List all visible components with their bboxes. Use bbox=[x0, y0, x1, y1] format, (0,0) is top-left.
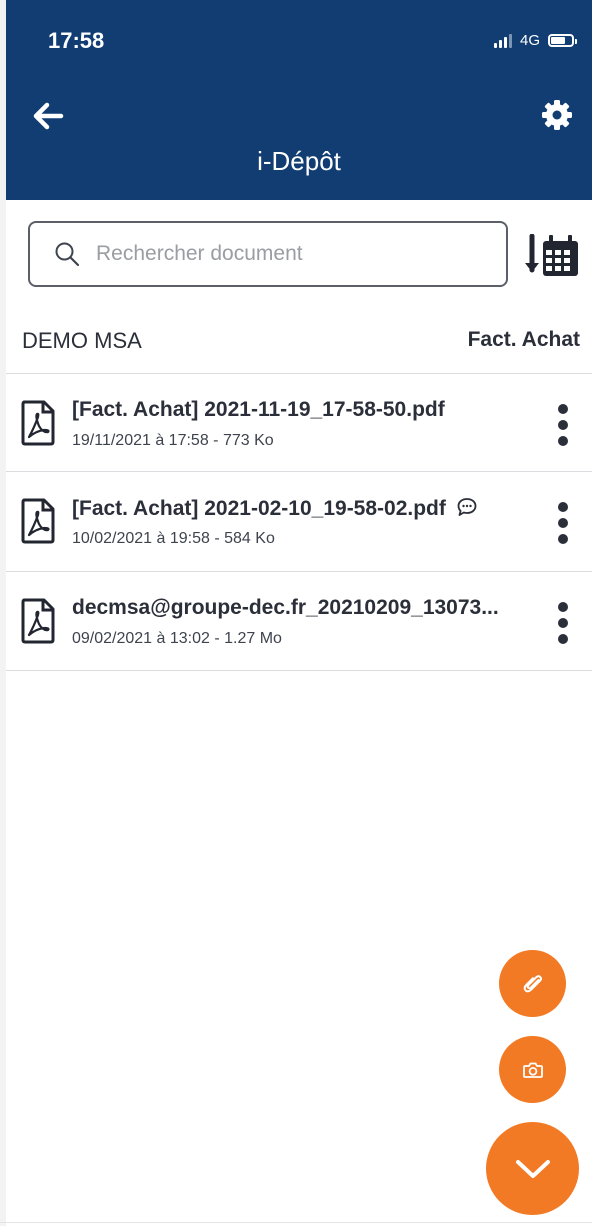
more-options-button[interactable] bbox=[556, 502, 570, 544]
toggle-actions-button[interactable] bbox=[486, 1122, 579, 1215]
category-filter[interactable]: Fact. Achat bbox=[468, 328, 580, 352]
document-meta: 10/02/2021 à 19:58 - 584 Ko bbox=[72, 530, 275, 547]
account-name: DEMO MSA bbox=[22, 328, 142, 353]
pdf-file-icon bbox=[21, 598, 55, 644]
document-name: [Fact. Achat] 2021-11-19_17-58-50.pdf bbox=[72, 398, 445, 421]
more-vertical-icon bbox=[558, 404, 568, 414]
arrow-left-icon bbox=[33, 102, 64, 130]
document-name: decmsa@groupe-dec.fr_20210209_13073... bbox=[72, 596, 499, 619]
document-row[interactable]: [Fact. Achat] 2021-02-10_19-58-02.pdf 10… bbox=[6, 471, 592, 569]
document-meta: 09/02/2021 à 13:02 - 1.27 Mo bbox=[72, 630, 282, 647]
more-vertical-icon bbox=[558, 502, 568, 512]
paperclip-icon bbox=[523, 974, 542, 992]
comment-icon bbox=[457, 498, 477, 516]
bottom-divider bbox=[0, 1222, 592, 1223]
document-row[interactable]: [Fact. Achat] 2021-11-19_17-58-50.pdf 19… bbox=[6, 373, 592, 471]
take-photo-button[interactable] bbox=[499, 1036, 566, 1103]
attach-file-button[interactable] bbox=[499, 950, 566, 1017]
search-bar[interactable] bbox=[28, 221, 508, 287]
status-time: 17:58 bbox=[48, 28, 105, 53]
document-name-with-comment: [Fact. Achat] 2021-02-10_19-58-02.pdf bbox=[72, 496, 478, 521]
search-input[interactable] bbox=[94, 241, 478, 267]
pdf-file-icon bbox=[21, 400, 55, 446]
more-options-button[interactable] bbox=[556, 602, 570, 644]
app-header: 17:58 4G i-Dépôt bbox=[6, 0, 592, 200]
page-title: i-Dépôt bbox=[257, 146, 341, 176]
gear-icon bbox=[542, 100, 572, 130]
document-row[interactable]: decmsa@groupe-dec.fr_20210209_13073... 0… bbox=[6, 571, 592, 671]
status-indicators: 4G bbox=[493, 32, 577, 49]
back-button[interactable] bbox=[30, 98, 66, 134]
settings-button[interactable] bbox=[540, 98, 574, 132]
search-icon bbox=[55, 242, 80, 267]
camera-icon bbox=[522, 1062, 543, 1078]
battery-icon bbox=[548, 34, 577, 47]
network-type: 4G bbox=[519, 32, 540, 49]
document-name: [Fact. Achat] 2021-02-10_19-58-02.pdf bbox=[72, 497, 446, 520]
sort-calendar-icon bbox=[525, 233, 578, 276]
more-options-button[interactable] bbox=[556, 404, 570, 446]
signal-icon bbox=[493, 33, 512, 48]
chevron-down-icon bbox=[515, 1159, 550, 1178]
pdf-file-icon bbox=[21, 498, 55, 544]
more-vertical-icon bbox=[558, 602, 568, 612]
document-meta: 19/11/2021 à 17:58 - 773 Ko bbox=[72, 432, 274, 449]
sort-by-date-button[interactable] bbox=[524, 233, 580, 278]
